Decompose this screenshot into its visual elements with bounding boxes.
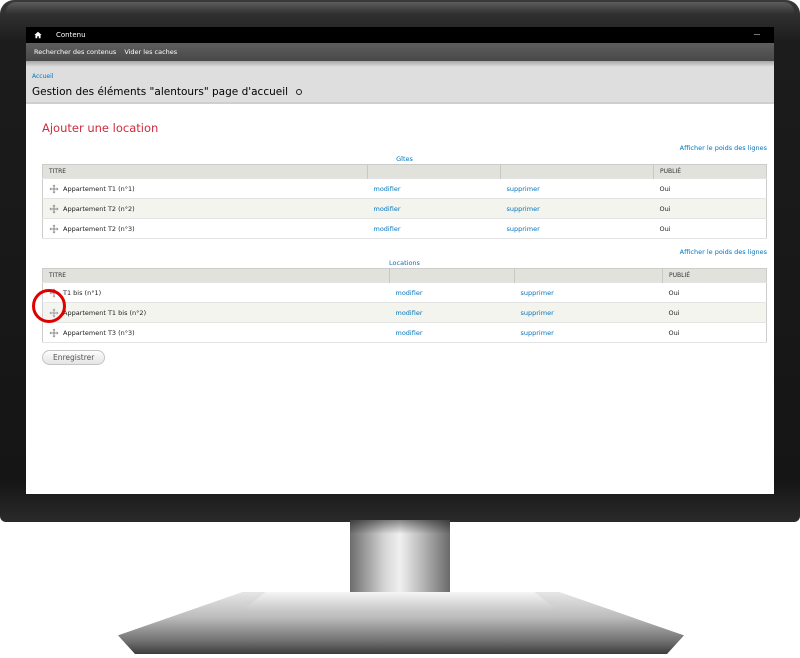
table-row: Appartement T1 bis (n°2) modifier suppri…	[42, 302, 767, 323]
row-title-text: T1 bis (n°1)	[63, 288, 102, 297]
column-header-published: PUBLIÉ	[662, 268, 767, 283]
drag-handle-icon[interactable]	[49, 184, 59, 194]
table-row: Appartement T3 (n°3) modifier supprimer …	[42, 323, 767, 343]
edit-link[interactable]: modifier	[396, 329, 423, 337]
edit-link[interactable]: modifier	[374, 185, 401, 193]
delete-link[interactable]: supprimer	[507, 185, 540, 193]
gites-table: TITRE PUBLIÉ Appartement T1 (n°1) modifi…	[42, 164, 767, 239]
cell-title: Appartement T2 (n°3)	[43, 219, 368, 239]
cell-edit: modifier	[390, 323, 515, 343]
row-title: Appartement T1 (n°1)	[49, 184, 362, 194]
cell-published: Oui	[668, 288, 680, 297]
show-row-weights-link[interactable]: Afficher le poids des lignes	[42, 248, 767, 256]
cell-published: Oui	[659, 184, 671, 193]
delete-link[interactable]: supprimer	[507, 225, 540, 233]
column-header-edit	[389, 268, 515, 283]
cell-published: Oui	[668, 328, 680, 337]
main-content: Ajouter une location Afficher le poids d…	[26, 121, 774, 365]
cell-delete: supprimer	[501, 179, 654, 199]
cell-delete: supprimer	[514, 302, 663, 323]
monitor-base-top	[240, 592, 560, 612]
shortcut-search-content[interactable]: Rechercher des contenus	[30, 48, 120, 56]
toolbar-toggle-icon[interactable]	[754, 34, 760, 35]
breadcrumb-home[interactable]: Accueil	[32, 73, 53, 80]
bezel-shine	[6, 2, 794, 14]
delete-link[interactable]: supprimer	[521, 329, 554, 337]
row-title: Appartement T2 (n°3)	[49, 224, 362, 234]
admin-toolbar: Contenu	[26, 27, 774, 43]
show-row-weights-link[interactable]: Afficher le poids des lignes	[42, 144, 767, 152]
shortcuts-bar: Rechercher des contenus Vider les caches	[26, 43, 774, 61]
drag-handle-icon[interactable]	[49, 224, 59, 234]
row-title-text: Appartement T3 (n°3)	[63, 328, 135, 337]
cell-edit: modifier	[367, 198, 501, 219]
cell-published: Oui	[653, 198, 767, 219]
table-row: Appartement T2 (n°3) modifier supprimer …	[42, 219, 767, 239]
delete-link[interactable]: supprimer	[521, 289, 554, 297]
cell-edit: modifier	[368, 179, 501, 199]
cell-title: T1 bis (n°1)	[43, 283, 390, 303]
edit-link[interactable]: modifier	[396, 289, 423, 297]
cell-published: Oui	[659, 224, 671, 233]
screen: Contenu Rechercher des contenus Vider le…	[26, 27, 774, 494]
row-title-text: Appartement T2 (n°2)	[63, 204, 135, 213]
page-title-text: Gestion des éléments "alentours" page d'…	[32, 86, 289, 98]
cell-edit: modifier	[390, 283, 515, 303]
page-title: Gestion des éléments "alentours" page d'…	[32, 86, 303, 98]
page-header: Accueil Gestion des éléments "alentours"…	[26, 61, 774, 104]
save-button[interactable]: Enregistrer	[42, 350, 106, 365]
cell-title: Appartement T2 (n°2)	[42, 198, 368, 219]
header-shadow	[26, 61, 774, 67]
row-title: Appartement T2 (n°2)	[49, 204, 362, 214]
toolbar-content-link[interactable]: Contenu	[50, 31, 92, 39]
row-title: T1 bis (n°1)	[49, 288, 384, 298]
row-title-text: Appartement T1 (n°1)	[63, 184, 135, 193]
edit-link[interactable]: modifier	[374, 225, 401, 233]
column-header-title: TITRE	[42, 164, 368, 179]
column-header-delete	[514, 268, 663, 283]
table-row: Appartement T2 (n°2) modifier supprimer …	[42, 198, 767, 219]
cell-delete: supprimer	[500, 198, 654, 219]
cell-delete: supprimer	[501, 219, 654, 239]
cell-edit: modifier	[368, 219, 501, 239]
column-header-delete	[500, 164, 654, 179]
cell-edit: modifier	[389, 302, 515, 323]
table-row: Appartement T1 (n°1) modifier supprimer …	[42, 179, 767, 199]
monitor-neck-shadow	[350, 520, 450, 534]
table-caption: Locations	[389, 259, 420, 267]
column-header-edit	[367, 164, 501, 179]
cell-delete: supprimer	[515, 283, 663, 303]
delete-link[interactable]: supprimer	[507, 205, 540, 213]
row-title-text: Appartement T1 bis (n°2)	[63, 308, 147, 317]
drag-handle-icon[interactable]	[49, 204, 59, 214]
column-header-title: TITRE	[42, 268, 390, 283]
table-header-row: TITRE PUBLIÉ	[42, 268, 767, 283]
highlight-circle	[32, 289, 66, 323]
delete-link[interactable]: supprimer	[521, 309, 554, 317]
edit-link[interactable]: modifier	[396, 309, 423, 317]
shortcut-clear-cache[interactable]: Vider les caches	[120, 48, 181, 56]
home-icon[interactable]	[26, 27, 50, 43]
row-title: Appartement T3 (n°3)	[49, 328, 384, 338]
row-title: Appartement T1 bis (n°2)	[49, 308, 384, 318]
row-title-text: Appartement T2 (n°3)	[63, 224, 135, 233]
cell-title: Appartement T1 (n°1)	[43, 179, 368, 199]
edit-link[interactable]: modifier	[374, 205, 401, 213]
cell-delete: supprimer	[515, 323, 663, 343]
table-caption: Gîtes	[396, 155, 413, 163]
title-circle-icon	[296, 89, 303, 95]
table-header-row: TITRE PUBLIÉ	[42, 164, 767, 179]
table-row: T1 bis (n°1) modifier supprimer Oui	[42, 283, 767, 303]
locations-table: TITRE PUBLIÉ T1 bis (n°1) modifier suppr…	[42, 268, 767, 343]
cell-title: Appartement T3 (n°3)	[43, 323, 390, 343]
add-location-heading[interactable]: Ajouter une location	[42, 121, 767, 135]
cell-published: Oui	[662, 302, 767, 323]
column-header-published: PUBLIÉ	[653, 164, 767, 179]
drag-handle-icon[interactable]	[49, 328, 59, 338]
cell-title: Appartement T1 bis (n°2)	[42, 302, 390, 323]
